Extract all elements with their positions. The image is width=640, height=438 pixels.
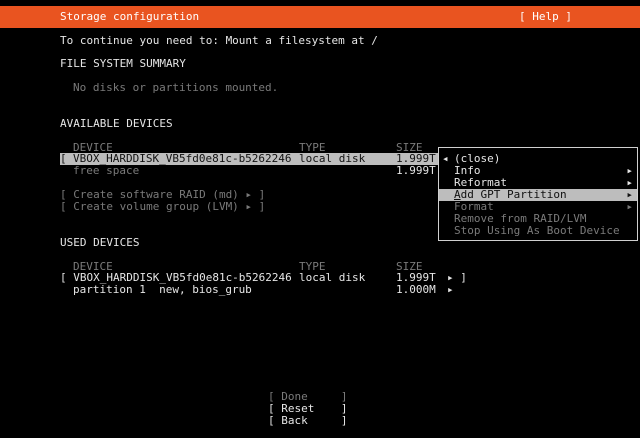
- fs-summary-heading: FILE SYSTEM SUMMARY: [60, 57, 186, 70]
- free-space-label: free space: [73, 164, 140, 177]
- partition-label: partition 1 new, bios_grub: [73, 283, 252, 296]
- intro-text: To continue you need to: Mount a filesys…: [60, 34, 378, 47]
- menu-item-stop-boot-device[interactable]: Stop Using As Boot Device: [439, 225, 637, 237]
- back-button[interactable]: [ Back ]: [268, 415, 347, 427]
- menu-stop-boot-label: Stop Using As Boot Device: [454, 224, 620, 237]
- device-action-menu: ◂ (close) Info ▸ Reformat ▸ Add GPT Part…: [438, 147, 638, 241]
- create-lvm-button[interactable]: [ Create volume group (LVM) ▸ ]: [60, 201, 265, 213]
- close-marker-icon: ◂: [442, 152, 449, 165]
- page-title: Storage configuration: [60, 10, 200, 23]
- disk-row-bracket: [: [60, 152, 67, 165]
- title-bar: Storage configuration [ Help ]: [0, 6, 640, 28]
- help-button[interactable]: [ Help ]: [519, 11, 572, 23]
- chevron-right-icon: ▸: [626, 200, 633, 213]
- partition-size: 1.000M: [396, 283, 436, 296]
- fs-summary-empty: No disks or partitions mounted.: [73, 81, 279, 94]
- partition-action[interactable]: ▸: [447, 284, 454, 296]
- available-disk-type: local disk: [299, 152, 366, 165]
- used-devices-heading: USED DEVICES: [60, 236, 140, 249]
- available-devices-heading: AVAILABLE DEVICES: [60, 117, 173, 130]
- used-disk-type: local disk: [299, 271, 366, 284]
- free-space-size: 1.999T: [396, 164, 436, 177]
